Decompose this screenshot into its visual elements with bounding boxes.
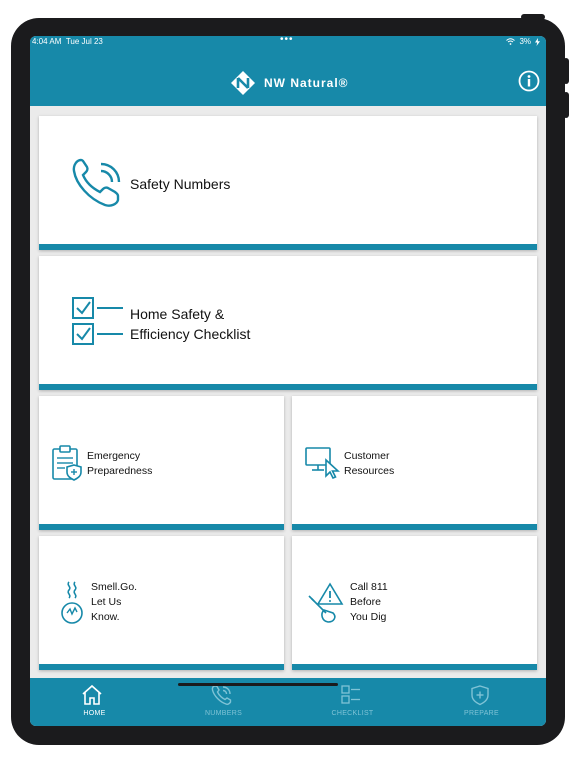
tab-prepare-label: PREPARE bbox=[463, 710, 500, 717]
card-accent-bar bbox=[39, 384, 537, 390]
phone-icon bbox=[72, 158, 121, 207]
card-accent-bar bbox=[39, 244, 537, 250]
checklist-icon bbox=[341, 685, 360, 704]
charging-icon bbox=[535, 37, 540, 46]
gas-smell-icon bbox=[61, 581, 83, 624]
call-811-card[interactable]: Call 811 Before You Dig bbox=[292, 536, 537, 670]
tab-home[interactable]: HOME bbox=[30, 678, 159, 726]
home-indicator[interactable] bbox=[178, 683, 338, 686]
card-accent-bar bbox=[292, 664, 537, 670]
card-accent-bar bbox=[292, 524, 537, 530]
shield-icon bbox=[471, 685, 489, 706]
app-header: NW Natural® bbox=[30, 48, 546, 106]
app-screen: 4:04 AM Tue Jul 23 ••• 3% NW Natural® Sa… bbox=[30, 36, 546, 726]
info-icon[interactable] bbox=[518, 70, 540, 92]
card-accent-bar bbox=[39, 524, 284, 530]
wifi-icon bbox=[506, 38, 516, 45]
status-right: 3% bbox=[506, 37, 540, 46]
phone-icon bbox=[211, 685, 232, 705]
clipboard-shield-icon bbox=[52, 445, 82, 481]
nw-natural-logo-icon bbox=[231, 71, 255, 95]
tab-checklist-label: CHECKLIST bbox=[331, 710, 374, 717]
status-bar: 4:04 AM Tue Jul 23 ••• 3% bbox=[30, 36, 546, 48]
call-811-label: Call 811 Before You Dig bbox=[350, 581, 388, 623]
safety-numbers-label: Safety Numbers bbox=[130, 176, 231, 192]
brand-logo: NW Natural® bbox=[230, 70, 349, 96]
brand-name: NW Natural® bbox=[264, 76, 349, 90]
tab-home-label: HOME bbox=[83, 710, 106, 717]
monitor-cursor-icon bbox=[305, 447, 340, 479]
customer-resources-card[interactable]: Customer Resources bbox=[292, 396, 537, 530]
smell-go-label: Smell.Go. Let Us Know. bbox=[91, 581, 138, 623]
tab-prepare[interactable]: PREPARE bbox=[417, 678, 546, 726]
smell-go-card[interactable]: Smell.Go. Let Us Know. bbox=[39, 536, 284, 670]
emergency-preparedness-card[interactable]: Emergency Preparedness bbox=[39, 396, 284, 530]
multitasking-dots[interactable]: ••• bbox=[280, 36, 294, 45]
card-accent-bar bbox=[39, 664, 284, 670]
tab-numbers-label: NUMBERS bbox=[204, 710, 243, 717]
customer-resources-label: Customer Resources bbox=[344, 450, 395, 477]
battery-percent: 3% bbox=[519, 37, 531, 46]
emergency-preparedness-label: Emergency Preparedness bbox=[87, 450, 153, 477]
checklist-icon bbox=[72, 297, 123, 345]
checklist-card[interactable]: Home Safety & Efficiency Checklist bbox=[39, 256, 537, 390]
status-time: 4:04 AM Tue Jul 23 bbox=[32, 37, 103, 46]
checklist-label: Home Safety & Efficiency Checklist bbox=[130, 306, 251, 342]
home-icon bbox=[82, 684, 102, 705]
safety-numbers-card[interactable]: Safety Numbers bbox=[39, 116, 537, 250]
shovel-warning-icon bbox=[308, 582, 344, 623]
